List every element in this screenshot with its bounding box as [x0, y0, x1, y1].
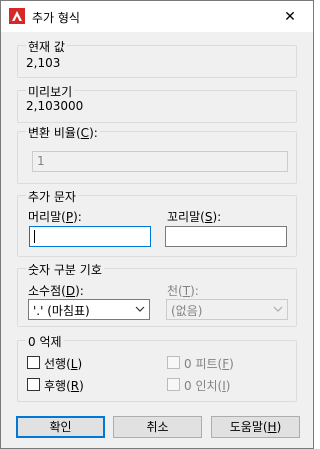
- suffix-label: 꼬리말(S):: [167, 210, 222, 224]
- chevron-down-icon: [273, 306, 283, 312]
- zero-feet-checkbox[interactable]: [167, 356, 180, 369]
- ok-button[interactable]: 확인: [16, 416, 105, 438]
- prefix-input[interactable]: [29, 226, 151, 247]
- decimal-separator-dropdown[interactable]: '.' (마침표): [28, 299, 150, 320]
- text-caret: [34, 230, 35, 243]
- additional-text-label: 추가 문자: [26, 188, 78, 205]
- conversion-factor-input[interactable]: 1: [32, 151, 288, 172]
- zero-inches-label: 0 인치(I): [184, 379, 231, 393]
- window-title: 추가 형식: [32, 11, 80, 25]
- preview-text: 2,103000: [26, 99, 84, 113]
- cancel-button[interactable]: 취소: [113, 416, 202, 438]
- thousands-separator-dropdown[interactable]: (없음): [166, 299, 288, 320]
- preview-group: 미리보기 2,103000: [17, 83, 297, 123]
- zero-suppression-label: 0 억제: [26, 333, 64, 350]
- help-button[interactable]: 도움말(H): [211, 416, 300, 438]
- digit-grouping-group: 숫자 구분 기호 소수점(D): '.' (마침표) 천(T): (없음): [17, 261, 297, 327]
- conversion-factor-group: 변환 비율(C): 1: [17, 124, 297, 184]
- chevron-down-icon: [135, 306, 145, 312]
- suffix-input[interactable]: [165, 226, 287, 247]
- additional-text-group: 추가 문자 머리말(P): 꼬리말(S):: [17, 188, 297, 257]
- additional-format-dialog: 추가 형식 ✕ 현재 값 2,103 미리보기 2,103000 변환 비율(C…: [0, 0, 314, 449]
- trailing-label: 후행(R): [44, 379, 84, 393]
- autocad-app-icon: [9, 8, 25, 24]
- close-button[interactable]: ✕: [267, 1, 313, 32]
- leading-checkbox[interactable]: [27, 356, 40, 369]
- current-value-group: 현재 값 2,103: [17, 38, 297, 78]
- zero-feet-label: 0 피트(F): [184, 357, 234, 371]
- thousands-separator-label: 천(T):: [167, 284, 199, 298]
- zero-suppression-group: 0 억제 선행(L) 후행(R) 0 피트(F) 0 인치(I): [17, 333, 297, 402]
- current-value-text: 2,103: [26, 56, 61, 70]
- digit-grouping-label: 숫자 구분 기호: [26, 261, 104, 278]
- current-value-label: 현재 값: [26, 38, 67, 55]
- decimal-separator-label: 소수점(D):: [28, 284, 84, 298]
- title-bar: 추가 형식 ✕: [1, 1, 313, 32]
- zero-inches-checkbox[interactable]: [167, 378, 180, 391]
- prefix-label: 머리말(P):: [28, 210, 82, 224]
- conversion-factor-label: 변환 비율(C):: [26, 124, 100, 141]
- trailing-checkbox[interactable]: [27, 378, 40, 391]
- leading-label: 선행(L): [44, 357, 83, 371]
- close-icon: ✕: [284, 8, 296, 25]
- preview-label: 미리보기: [26, 83, 75, 100]
